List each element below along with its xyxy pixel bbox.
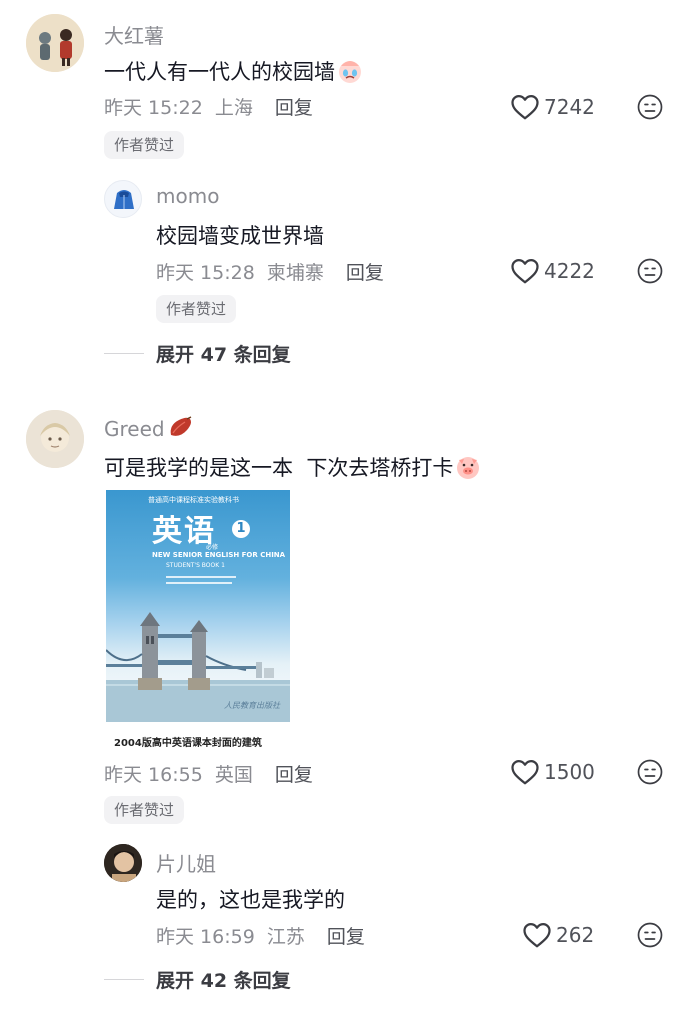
blue-jacket-icon [114, 190, 134, 209]
comment-meta: 昨天 15:28 柬埔寨 回复 [156, 258, 384, 285]
image-caption: 2004版高中英语课本封面的建筑 [114, 738, 262, 749]
comment-text-body: 可是我学的是这一本 下次去塔桥打卡 [104, 456, 454, 480]
book-editors-line [166, 582, 232, 584]
timestamp: 昨天 15:28 [156, 262, 255, 284]
divider-line [104, 979, 144, 980]
like-count: 4222 [544, 259, 595, 283]
username-text: Greed [104, 417, 165, 441]
reply-button[interactable]: 回复 [346, 262, 384, 284]
pig-face-icon [455, 454, 481, 485]
book-volume-badge: 1 [232, 520, 250, 538]
dislike-button[interactable] [637, 922, 663, 948]
book-required-label: 必修 [206, 544, 219, 551]
book-subtitle-en: NEW SENIOR ENGLISH FOR CHINA [152, 551, 286, 559]
location: 江苏 [266, 926, 305, 948]
heart-icon [510, 92, 540, 122]
author-liked-badge: 作者赞过 [104, 131, 185, 159]
neutral-face-icon [637, 94, 663, 120]
comment-meta: 昨天 16:55 英国 回复 [104, 760, 313, 787]
expand-replies-button[interactable]: 展开 47 条回复 [104, 340, 291, 367]
book-number: STUDENT'S BOOK 1 [166, 562, 225, 569]
reply-button[interactable]: 回复 [275, 97, 313, 119]
timestamp: 昨天 16:55 [104, 764, 203, 786]
neutral-face-icon [637, 759, 663, 785]
heart-icon [522, 920, 552, 950]
like-button[interactable]: 1500 [510, 757, 595, 787]
book-series-label: 普通高中课程标准实验教科书 [148, 496, 239, 504]
neutral-face-icon [637, 258, 663, 284]
comment-text: 一代人有一代人的校园墙 [104, 56, 363, 89]
timestamp: 昨天 15:22 [104, 97, 203, 119]
avatar-illustration-icon [26, 14, 84, 72]
location: 上海 [214, 97, 253, 119]
like-count: 1500 [544, 760, 595, 784]
comment-meta: 昨天 15:22 上海 回复 [104, 93, 313, 120]
expand-replies-label: 展开 47 条回复 [156, 344, 291, 366]
comment-text-body: 一代人有一代人的校园墙 [104, 60, 335, 84]
avatar-illustration-icon [26, 410, 84, 468]
comment-text: 是的，这也是我学的 [156, 888, 345, 912]
avatar[interactable] [104, 180, 142, 218]
expand-replies-label: 展开 42 条回复 [156, 970, 291, 992]
user-photo-icon [104, 844, 142, 882]
author-liked-badge: 作者赞过 [104, 796, 185, 824]
location: 英国 [214, 764, 253, 786]
divider-line [104, 353, 144, 354]
username[interactable]: 片儿姐 [156, 848, 216, 877]
username[interactable]: Greed [104, 415, 193, 446]
book-editors-line [166, 576, 236, 578]
username[interactable]: momo [156, 184, 219, 208]
expand-replies-button[interactable]: 展开 42 条回复 [104, 966, 291, 993]
username[interactable]: 大红薯 [104, 20, 164, 49]
reply-button[interactable]: 回复 [327, 926, 365, 948]
neutral-face-icon [637, 922, 663, 948]
avatar[interactable] [104, 844, 142, 882]
like-button[interactable]: 262 [522, 920, 594, 950]
textbook-cover-image: 普通高中课程标准实验教科书 英语 1 必修 NEW SENIOR ENGLISH… [106, 490, 290, 722]
dislike-button[interactable] [637, 258, 663, 284]
crying-face-icon [337, 58, 363, 89]
dislike-button[interactable] [637, 759, 663, 785]
dislike-button[interactable] [637, 94, 663, 120]
avatar[interactable] [26, 410, 84, 468]
heart-icon [510, 757, 540, 787]
avatar[interactable] [26, 14, 84, 72]
like-count: 7242 [544, 95, 595, 119]
comment-meta: 昨天 16:59 江苏 回复 [156, 922, 365, 949]
location: 柬埔寨 [266, 262, 324, 284]
sweet-potato-icon [167, 415, 193, 446]
reply-button[interactable]: 回复 [275, 764, 313, 786]
timestamp: 昨天 16:59 [156, 926, 255, 948]
like-button[interactable]: 4222 [510, 256, 595, 286]
comment-text: 校园墙变成世界墙 [156, 224, 324, 248]
book-publisher-label: 人民教育出版社 [224, 701, 280, 710]
comment-text: 可是我学的是这一本 下次去塔桥打卡 [104, 452, 481, 485]
comment-image[interactable]: 普通高中课程标准实验教科书 英语 1 必修 NEW SENIOR ENGLISH… [106, 490, 290, 752]
like-button[interactable]: 7242 [510, 92, 595, 122]
heart-icon [510, 256, 540, 286]
author-liked-badge: 作者赞过 [156, 295, 237, 323]
like-count: 262 [556, 923, 595, 947]
